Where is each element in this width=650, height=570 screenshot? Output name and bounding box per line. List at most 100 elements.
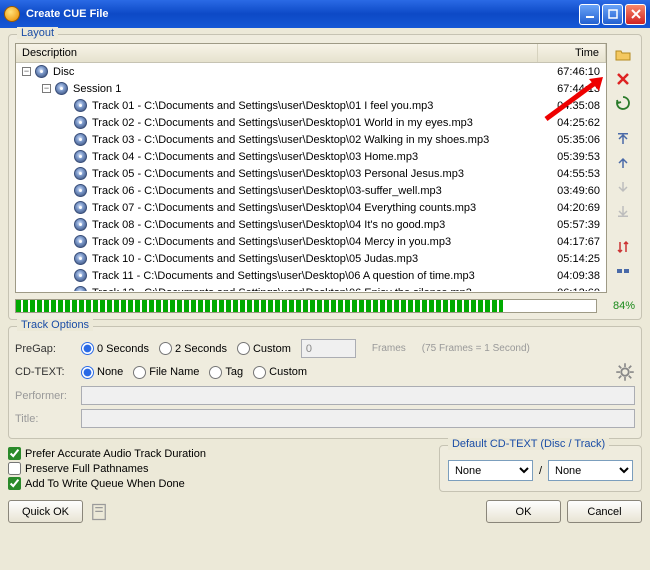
pregap-2[interactable]: 2 Seconds [159, 342, 227, 355]
tree-row[interactable]: − Disc67:46:10 [16, 63, 606, 80]
track-icon [74, 269, 87, 282]
row-time: 04:20:69 [544, 202, 606, 214]
col-description[interactable]: Description [16, 44, 538, 62]
move-up-icon[interactable] [613, 153, 633, 173]
pregap-0[interactable]: 0 Seconds [81, 342, 149, 355]
track-options-group: Track Options PreGap: 0 Seconds 2 Second… [8, 326, 642, 439]
cancel-button[interactable]: Cancel [567, 500, 642, 523]
close-button[interactable] [625, 4, 646, 25]
performer-field[interactable] [81, 386, 635, 405]
cdtext-custom[interactable]: Custom [253, 366, 307, 379]
default-cdtext-group: Default CD-TEXT (Disc / Track) None / No… [439, 445, 642, 492]
collapse-icon[interactable]: − [22, 67, 31, 76]
track-icon [74, 252, 87, 265]
tree-row[interactable]: Track 12 - C:\Documents and Settings\use… [16, 284, 606, 291]
collapse-icon[interactable]: − [42, 84, 51, 93]
tree-row[interactable]: Track 09 - C:\Documents and Settings\use… [16, 233, 606, 250]
row-time: 04:17:67 [544, 236, 606, 248]
row-label: Track 10 - C:\Documents and Settings\use… [92, 253, 544, 265]
ok-button[interactable]: OK [486, 500, 561, 523]
move-bottom-icon[interactable] [613, 201, 633, 221]
pregap-custom[interactable]: Custom [237, 342, 291, 355]
cdtext-filename[interactable]: File Name [133, 366, 199, 379]
default-track-select[interactable]: None [548, 460, 633, 481]
row-label: Disc [53, 66, 544, 78]
cdtext-settings-icon[interactable] [615, 362, 635, 382]
disc-icon [35, 65, 48, 78]
disc-icon [55, 82, 68, 95]
title-bar[interactable]: Create CUE File [0, 0, 650, 28]
move-down-icon[interactable] [613, 177, 633, 197]
title-field[interactable] [81, 409, 635, 428]
tree-row[interactable]: Track 02 - C:\Documents and Settings\use… [16, 114, 606, 131]
track-icon [74, 116, 87, 129]
row-label: Track 03 - C:\Documents and Settings\use… [92, 134, 544, 146]
opt-add-queue[interactable]: Add To Write Queue When Done [8, 477, 429, 490]
row-label: Track 09 - C:\Documents and Settings\use… [92, 236, 544, 248]
opt-prefer-accurate[interactable]: Prefer Accurate Audio Track Duration [8, 447, 429, 460]
cdtext-tag[interactable]: Tag [209, 366, 243, 379]
tree-row[interactable]: Track 03 - C:\Documents and Settings\use… [16, 131, 606, 148]
tree-row[interactable]: Track 07 - C:\Documents and Settings\use… [16, 199, 606, 216]
tree-row[interactable]: Track 04 - C:\Documents and Settings\use… [16, 148, 606, 165]
window-title: Create CUE File [26, 8, 109, 20]
track-options-legend: Track Options [17, 319, 93, 331]
row-time: 04:55:53 [544, 168, 606, 180]
row-label: Track 11 - C:\Documents and Settings\use… [92, 270, 544, 282]
track-icon [74, 150, 87, 163]
pregap-label: PreGap: [15, 343, 75, 355]
tool-column [611, 43, 635, 293]
tree-header: Description Time [16, 44, 606, 63]
tree-row[interactable]: −Session 167:44:13 [16, 80, 606, 97]
cdtext-none[interactable]: None [81, 366, 123, 379]
col-time[interactable]: Time [538, 44, 606, 62]
row-time: 05:39:53 [544, 151, 606, 163]
track-icon [74, 201, 87, 214]
app-icon [4, 6, 20, 22]
tree-row[interactable]: Track 11 - C:\Documents and Settings\use… [16, 267, 606, 284]
cdtext-label: CD-TEXT: [15, 366, 75, 378]
track-icon [74, 99, 87, 112]
row-label: Track 12 - C:\Documents and Settings\use… [92, 287, 544, 292]
frames-hint: (75 Frames = 1 Second) [422, 343, 530, 354]
row-label: Track 07 - C:\Documents and Settings\use… [92, 202, 544, 214]
tree-row[interactable]: Track 01 - C:\Documents and Settings\use… [16, 97, 606, 114]
track-tree[interactable]: Description Time −Disc67:46:10−Session 1… [15, 43, 607, 293]
row-label: Track 06 - C:\Documents and Settings\use… [92, 185, 544, 197]
open-folder-icon[interactable] [613, 45, 633, 65]
tree-row[interactable]: Track 08 - C:\Documents and Settings\use… [16, 216, 606, 233]
row-time: 67:44:13 [544, 83, 606, 95]
default-separator: / [539, 465, 542, 477]
pregap-custom-value[interactable] [301, 339, 356, 358]
capacity-percent: 84% [603, 300, 635, 312]
minimize-button[interactable] [579, 4, 600, 25]
sort-icon[interactable] [613, 237, 633, 257]
row-time: 05:57:39 [544, 219, 606, 231]
row-label: Track 05 - C:\Documents and Settings\use… [92, 168, 544, 180]
quick-ok-config-icon[interactable] [89, 502, 109, 522]
tree-row[interactable]: Track 06 - C:\Documents and Settings\use… [16, 182, 606, 199]
row-time: 04:25:62 [544, 117, 606, 129]
tree-row[interactable]: Track 05 - C:\Documents and Settings\use… [16, 165, 606, 182]
row-time: 67:46:10 [544, 66, 606, 78]
row-label: Track 04 - C:\Documents and Settings\use… [92, 151, 544, 163]
row-label: Track 02 - C:\Documents and Settings\use… [92, 117, 544, 129]
row-time: 03:49:60 [544, 185, 606, 197]
track-icon [74, 167, 87, 180]
delete-icon[interactable] [613, 69, 633, 89]
capacity-bar [15, 299, 597, 313]
opt-preserve-paths[interactable]: Preserve Full Pathnames [8, 462, 429, 475]
track-icon [74, 235, 87, 248]
split-icon[interactable] [613, 261, 633, 281]
maximize-button[interactable] [602, 4, 623, 25]
default-disc-select[interactable]: None [448, 460, 533, 481]
refresh-icon[interactable] [613, 93, 633, 113]
row-time: 05:14:25 [544, 253, 606, 265]
row-time: 04:35:08 [544, 100, 606, 112]
move-top-icon[interactable] [613, 129, 633, 149]
track-icon [74, 218, 87, 231]
performer-label: Performer: [15, 390, 75, 402]
quick-ok-button[interactable]: Quick OK [8, 500, 83, 523]
frames-label: Frames [372, 343, 406, 354]
tree-row[interactable]: Track 10 - C:\Documents and Settings\use… [16, 250, 606, 267]
